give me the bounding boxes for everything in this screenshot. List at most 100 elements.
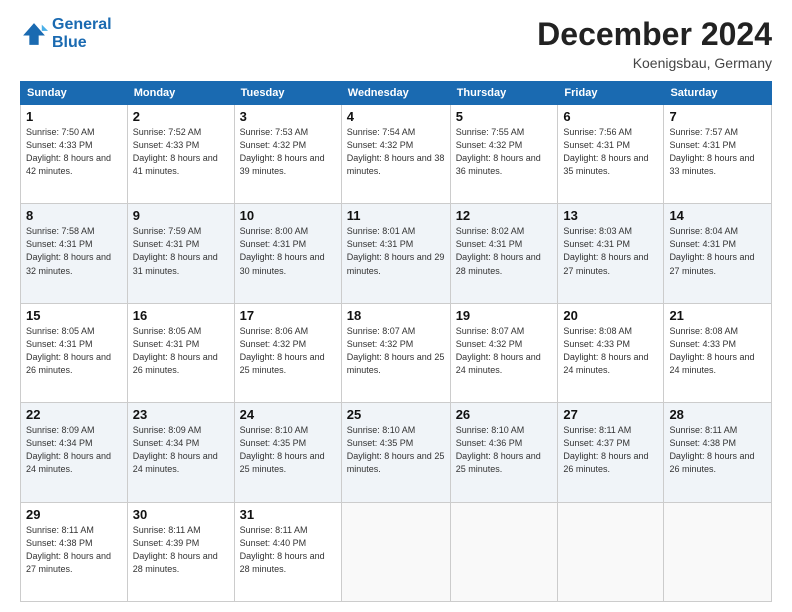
title-section: December 2024 Koenigsbau, Germany (537, 16, 772, 71)
day-info: Sunrise: 8:05 AMSunset: 4:31 PMDaylight:… (26, 326, 111, 375)
day-number: 27 (563, 407, 658, 422)
calendar-cell (558, 502, 664, 601)
calendar-table: SundayMondayTuesdayWednesdayThursdayFrid… (20, 81, 772, 602)
day-number: 12 (456, 208, 553, 223)
calendar-cell: 11Sunrise: 8:01 AMSunset: 4:31 PMDayligh… (341, 204, 450, 303)
calendar-cell: 19 Sunrise: 8:07 AMSunset: 4:32 PMDayligh… (450, 303, 558, 402)
day-number: 22 (26, 407, 122, 422)
calendar-cell: 8 Sunrise: 7:58 AMSunset: 4:31 PMDaylight… (21, 204, 128, 303)
day-info: Sunrise: 8:06 AMSunset: 4:32 PMDaylight:… (240, 326, 325, 375)
month-title: December 2024 (537, 16, 772, 53)
calendar-cell: 28 Sunrise: 8:11 AMSunset: 4:38 PMDayligh… (664, 403, 772, 502)
day-number: 10 (240, 208, 336, 223)
weekday-header: Saturday (664, 82, 772, 105)
day-number: 3 (240, 109, 336, 124)
calendar-cell (341, 502, 450, 601)
day-info: Sunrise: 8:11 AMSunset: 4:38 PMDaylight:… (669, 425, 754, 474)
day-info: Sunrise: 8:03 AMSunset: 4:31 PMDaylight:… (563, 226, 648, 275)
day-info: Sunrise: 7:50 AMSunset: 4:33 PMDaylight:… (26, 127, 111, 176)
location: Koenigsbau, Germany (537, 55, 772, 71)
day-info: Sunrise: 8:05 AMSunset: 4:31 PMDaylight:… (133, 326, 218, 375)
day-info: Sunrise: 8:02 AMSunset: 4:31 PMDaylight:… (456, 226, 541, 275)
logo: General Blue (20, 16, 112, 51)
day-info: Sunrise: 8:11 AMSunset: 4:39 PMDaylight:… (133, 525, 218, 574)
calendar-cell: 31Sunrise: 8:11 AMSunset: 4:40 PMDayligh… (234, 502, 341, 601)
day-info: Sunrise: 8:09 AMSunset: 4:34 PMDaylight:… (133, 425, 218, 474)
calendar-cell: 2 Sunrise: 7:52 AMSunset: 4:33 PMDaylight… (127, 105, 234, 204)
calendar-cell: 16 Sunrise: 8:05 AMSunset: 4:31 PMDayligh… (127, 303, 234, 402)
day-info: Sunrise: 7:54 AMSunset: 4:32 PMDaylight:… (347, 127, 445, 176)
calendar-cell (664, 502, 772, 601)
day-number: 25 (347, 407, 445, 422)
day-number: 31 (240, 507, 336, 522)
calendar-cell: 9Sunrise: 7:59 AMSunset: 4:31 PMDaylight… (127, 204, 234, 303)
calendar-cell: 1 Sunrise: 7:50 AMSunset: 4:33 PMDaylight… (21, 105, 128, 204)
day-info: Sunrise: 8:07 AMSunset: 4:32 PMDaylight:… (456, 326, 541, 375)
day-number: 7 (669, 109, 766, 124)
day-info: Sunrise: 8:10 AMSunset: 4:35 PMDaylight:… (240, 425, 325, 474)
day-info: Sunrise: 7:53 AMSunset: 4:32 PMDaylight:… (240, 127, 325, 176)
day-info: Sunrise: 7:55 AMSunset: 4:32 PMDaylight:… (456, 127, 541, 176)
calendar-cell: 10 Sunrise: 8:00 AMSunset: 4:31 PMDayligh… (234, 204, 341, 303)
weekday-header: Wednesday (341, 82, 450, 105)
calendar-cell: 5 Sunrise: 7:55 AMSunset: 4:32 PMDaylight… (450, 105, 558, 204)
day-number: 28 (669, 407, 766, 422)
calendar-cell: 24 Sunrise: 8:10 AMSunset: 4:35 PMDayligh… (234, 403, 341, 502)
day-number: 13 (563, 208, 658, 223)
day-info: Sunrise: 7:58 AMSunset: 4:31 PMDaylight:… (26, 226, 111, 275)
calendar-cell: 3 Sunrise: 7:53 AMSunset: 4:32 PMDaylight… (234, 105, 341, 204)
calendar-cell: 17 Sunrise: 8:06 AMSunset: 4:32 PMDayligh… (234, 303, 341, 402)
day-info: Sunrise: 8:09 AMSunset: 4:34 PMDaylight:… (26, 425, 111, 474)
calendar-cell: 7Sunrise: 7:57 AMSunset: 4:31 PMDaylight… (664, 105, 772, 204)
calendar-cell: 18 Sunrise: 8:07 AMSunset: 4:32 PMDayligh… (341, 303, 450, 402)
day-number: 16 (133, 308, 229, 323)
calendar-cell: 30 Sunrise: 8:11 AMSunset: 4:39 PMDayligh… (127, 502, 234, 601)
calendar-cell (450, 502, 558, 601)
day-number: 23 (133, 407, 229, 422)
weekday-header: Monday (127, 82, 234, 105)
calendar-cell: 21 Sunrise: 8:08 AMSunset: 4:33 PMDayligh… (664, 303, 772, 402)
weekday-header: Friday (558, 82, 664, 105)
weekday-header: Sunday (21, 82, 128, 105)
day-number: 24 (240, 407, 336, 422)
day-number: 8 (26, 208, 122, 223)
logo-text: General Blue (52, 16, 112, 51)
day-info: Sunrise: 8:08 AMSunset: 4:33 PMDaylight:… (563, 326, 648, 375)
calendar-cell: 4Sunrise: 7:54 AMSunset: 4:32 PMDaylight… (341, 105, 450, 204)
day-info: Sunrise: 8:00 AMSunset: 4:31 PMDaylight:… (240, 226, 325, 275)
day-info: Sunrise: 8:04 AMSunset: 4:31 PMDaylight:… (669, 226, 754, 275)
day-number: 20 (563, 308, 658, 323)
day-number: 17 (240, 308, 336, 323)
weekday-header: Tuesday (234, 82, 341, 105)
header: General Blue December 2024 Koenigsbau, G… (20, 16, 772, 71)
day-number: 21 (669, 308, 766, 323)
day-info: Sunrise: 7:52 AMSunset: 4:33 PMDaylight:… (133, 127, 218, 176)
day-number: 18 (347, 308, 445, 323)
calendar-cell: 27 Sunrise: 8:11 AMSunset: 4:37 PMDayligh… (558, 403, 664, 502)
calendar-cell: 22 Sunrise: 8:09 AMSunset: 4:34 PMDayligh… (21, 403, 128, 502)
day-number: 14 (669, 208, 766, 223)
day-number: 6 (563, 109, 658, 124)
day-number: 26 (456, 407, 553, 422)
calendar-cell: 25 Sunrise: 8:10 AMSunset: 4:35 PMDayligh… (341, 403, 450, 502)
weekday-header: Thursday (450, 82, 558, 105)
day-info: Sunrise: 8:11 AMSunset: 4:37 PMDaylight:… (563, 425, 648, 474)
day-info: Sunrise: 8:08 AMSunset: 4:33 PMDaylight:… (669, 326, 754, 375)
day-info: Sunrise: 8:07 AMSunset: 4:32 PMDaylight:… (347, 326, 445, 375)
day-info: Sunrise: 8:10 AMSunset: 4:36 PMDaylight:… (456, 425, 541, 474)
day-info: Sunrise: 8:11 AMSunset: 4:38 PMDaylight:… (26, 525, 111, 574)
calendar-cell: 14 Sunrise: 8:04 AMSunset: 4:31 PMDayligh… (664, 204, 772, 303)
calendar-cell: 20 Sunrise: 8:08 AMSunset: 4:33 PMDayligh… (558, 303, 664, 402)
day-number: 30 (133, 507, 229, 522)
day-number: 1 (26, 109, 122, 124)
calendar-cell: 6Sunrise: 7:56 AMSunset: 4:31 PMDaylight… (558, 105, 664, 204)
page: General Blue December 2024 Koenigsbau, G… (0, 0, 792, 612)
calendar-cell: 15 Sunrise: 8:05 AMSunset: 4:31 PMDayligh… (21, 303, 128, 402)
day-number: 9 (133, 208, 229, 223)
day-number: 2 (133, 109, 229, 124)
day-number: 15 (26, 308, 122, 323)
day-number: 5 (456, 109, 553, 124)
calendar-cell: 12 Sunrise: 8:02 AMSunset: 4:31 PMDayligh… (450, 204, 558, 303)
day-info: Sunrise: 8:10 AMSunset: 4:35 PMDaylight:… (347, 425, 445, 474)
day-number: 19 (456, 308, 553, 323)
